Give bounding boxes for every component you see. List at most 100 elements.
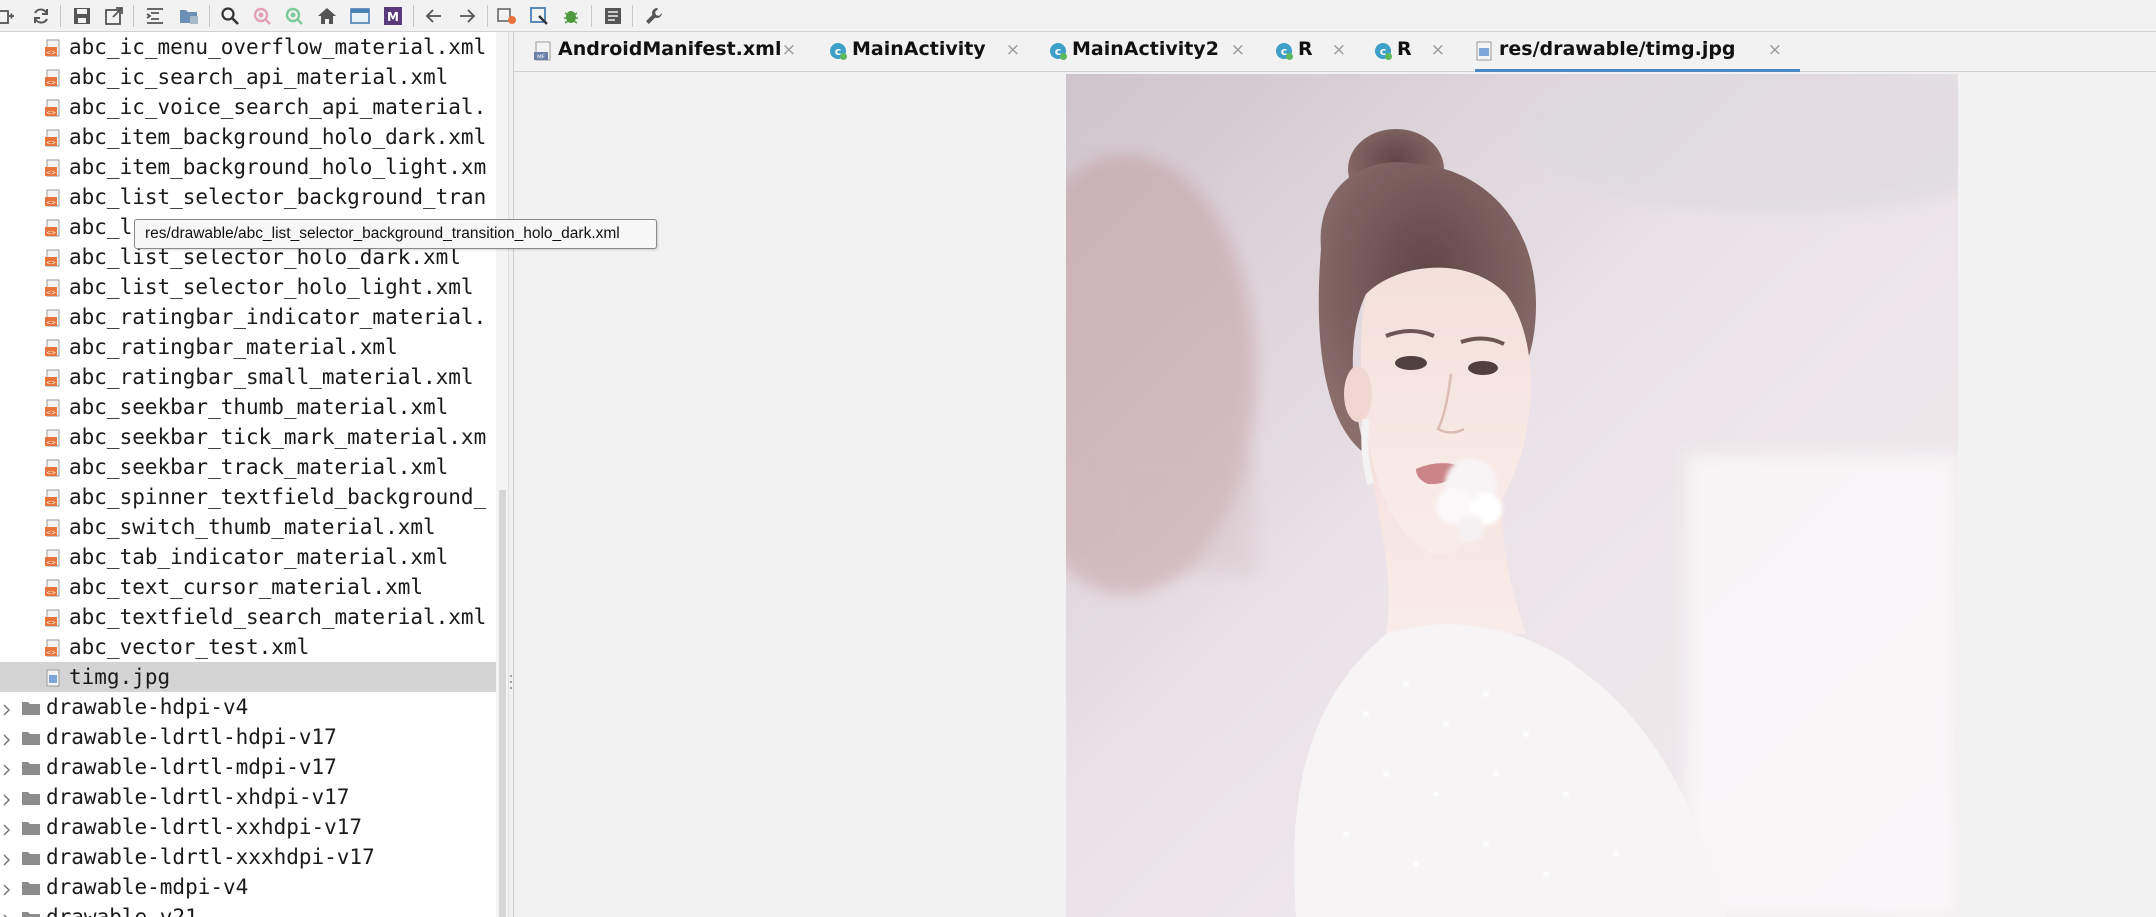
svg-text:MF: MF [537, 55, 545, 61]
xml-file-icon: <> [44, 609, 62, 631]
chevron-right-icon[interactable] [2, 911, 12, 917]
tree-file-row[interactable]: <> abc_list_selector_holo_light.xml [0, 272, 496, 302]
format-icon[interactable] [142, 3, 168, 29]
save-icon[interactable] [69, 3, 95, 29]
tree-folder-row[interactable]: drawable-v21 [0, 902, 496, 917]
tree-folder-row[interactable]: drawable-hdpi-v4 [0, 692, 496, 722]
tree-folder-row[interactable]: drawable-mdpi-v4 [0, 872, 496, 902]
tree-folder-label: drawable-hdpi-v4 [46, 695, 249, 719]
build-icon[interactable] [494, 3, 520, 29]
tree-file-label: abc_ratingbar_indicator_material. [69, 305, 487, 329]
tab-label: R [1298, 38, 1313, 60]
xml-file-icon: <> [44, 189, 62, 211]
find-usages-icon[interactable] [249, 3, 275, 29]
tree-file-label: abc_item_background_holo_light.xm [69, 155, 487, 179]
tree-file-row[interactable]: <> abc_vector_test.xml [0, 632, 496, 662]
tree-scrollbar-thumb[interactable] [499, 490, 506, 917]
tab-close-icon[interactable]: × [1768, 32, 1782, 68]
tree-file-row[interactable]: <> abc_spinner_textfield_background_ [0, 482, 496, 512]
refresh-icon[interactable] [281, 3, 307, 29]
tree-file-row[interactable]: <> abc_textfield_search_material.xml [0, 602, 496, 632]
svg-text:<>: <> [46, 650, 56, 657]
sync-icon[interactable] [28, 3, 54, 29]
tree-folder-row[interactable]: drawable-ldrtl-xxhdpi-v17 [0, 812, 496, 842]
inspect-icon[interactable] [527, 3, 553, 29]
chevron-right-icon[interactable] [2, 821, 12, 840]
back-arrow-icon[interactable] [421, 3, 447, 29]
wrench-icon[interactable] [641, 3, 667, 29]
tree-file-row[interactable]: <> abc_ic_voice_search_api_material. [0, 92, 496, 122]
dex-icon[interactable]: M [380, 3, 406, 29]
tree-folder-label: drawable-ldrtl-mdpi-v17 [46, 755, 337, 779]
tab-close-icon[interactable]: × [1332, 32, 1346, 68]
tab-close-icon[interactable]: × [1006, 32, 1020, 68]
chevron-right-icon[interactable] [2, 701, 12, 720]
folder-tree-icon[interactable] [176, 3, 202, 29]
tree-file-row[interactable]: <> abc_seekbar_thumb_material.xml [0, 392, 496, 422]
tree-file-row[interactable]: <> abc_text_cursor_material.xml [0, 572, 496, 602]
project-tree: <> abc_ic_menu_overflow_material.xml <> abc… [0, 32, 496, 917]
home-icon[interactable] [314, 3, 340, 29]
debug-bug-icon[interactable] [558, 3, 584, 29]
tree-folder-row[interactable]: drawable-ldrtl-xxxhdpi-v17 [0, 842, 496, 872]
editor-tab[interactable]: c MainActivity × [828, 32, 1038, 72]
forward-arrow-icon[interactable] [454, 3, 480, 29]
photo-portrait-image [1066, 74, 1958, 917]
tab-label: R [1397, 38, 1412, 60]
file-path-tooltip: res/drawable/abc_list_selector_backgroun… [134, 219, 657, 249]
add-icon[interactable] [0, 3, 18, 29]
editor-tab[interactable]: MF AndroidManifest.xml × [534, 32, 814, 72]
tree-file-label: abc_seekbar_track_material.xml [69, 455, 449, 479]
tree-folder-label: drawable-ldrtl-xxhdpi-v17 [46, 815, 363, 839]
tree-file-label: abc_ic_voice_search_api_material. [69, 95, 487, 119]
manifest-icon: MF [534, 41, 552, 65]
svg-text:<>: <> [46, 470, 56, 477]
tree-file-row[interactable]: <> abc_list_selector_background_tran [0, 182, 496, 212]
tree-file-row[interactable]: <> abc_ic_search_api_material.xml [0, 62, 496, 92]
tree-folder-row[interactable]: drawable-ldrtl-mdpi-v17 [0, 752, 496, 782]
xml-file-icon: <> [44, 519, 62, 541]
chevron-right-icon[interactable] [2, 881, 12, 900]
tree-folder-row[interactable]: drawable-ldrtl-xhdpi-v17 [0, 782, 496, 812]
main-toolbar: M [0, 0, 2156, 32]
svg-text:<>: <> [46, 170, 56, 177]
search-icon[interactable] [217, 3, 243, 29]
tree-file-row[interactable]: <> abc_item_background_holo_light.xm [0, 152, 496, 182]
editor-tab[interactable]: c R × [1274, 32, 1364, 72]
svg-text:<>: <> [46, 290, 56, 297]
tree-folder-label: drawable-ldrtl-xhdpi-v17 [46, 785, 350, 809]
editor-tab-bar: MF AndroidManifest.xml × c MainActivity × c Mai… [514, 32, 2156, 72]
class-icon: c [828, 41, 848, 65]
tab-close-icon[interactable]: × [1231, 32, 1245, 68]
svg-text:<>: <> [46, 260, 56, 267]
xml-file-icon: <> [44, 459, 62, 481]
export-icon[interactable] [101, 3, 127, 29]
folder-icon [21, 849, 41, 871]
chevron-right-icon[interactable] [2, 731, 12, 750]
editor-tab[interactable]: c R × [1373, 32, 1463, 72]
folder-icon [21, 909, 41, 917]
tree-file-row[interactable]: <> abc_seekbar_tick_mark_material.xm [0, 422, 496, 452]
tree-file-row[interactable]: <> abc_ratingbar_small_material.xml [0, 362, 496, 392]
chevron-right-icon[interactable] [2, 851, 12, 870]
tree-file-row[interactable]: timg.jpg [0, 662, 496, 692]
editor-tab[interactable]: c MainActivity2 × [1048, 32, 1263, 72]
chevron-right-icon[interactable] [2, 761, 12, 780]
tree-file-row[interactable]: <> abc_ratingbar_material.xml [0, 332, 496, 362]
tree-file-row[interactable]: <> abc_ic_menu_overflow_material.xml [0, 32, 496, 62]
tree-file-row[interactable]: <> abc_switch_thumb_material.xml [0, 512, 496, 542]
tree-file-row[interactable]: <> abc_seekbar_track_material.xml [0, 452, 496, 482]
tab-label: AndroidManifest.xml [558, 38, 782, 60]
editor-tab[interactable]: res/drawable/timg.jpg × [1475, 32, 1800, 72]
tab-close-icon[interactable]: × [1431, 32, 1445, 68]
tree-file-row[interactable]: <> abc_tab_indicator_material.xml [0, 542, 496, 572]
window-icon[interactable] [347, 3, 373, 29]
tab-close-icon[interactable]: × [782, 32, 796, 68]
tree-file-row[interactable]: <> abc_item_background_holo_dark.xml [0, 122, 496, 152]
tree-file-label: abc_vector_test.xml [69, 635, 310, 659]
tree-folder-row[interactable]: drawable-ldrtl-hdpi-v17 [0, 722, 496, 752]
chevron-right-icon[interactable] [2, 791, 12, 810]
terminal-icon[interactable] [600, 3, 626, 29]
tree-file-row[interactable]: <> abc_ratingbar_indicator_material. [0, 302, 496, 332]
folder-icon [21, 699, 41, 721]
